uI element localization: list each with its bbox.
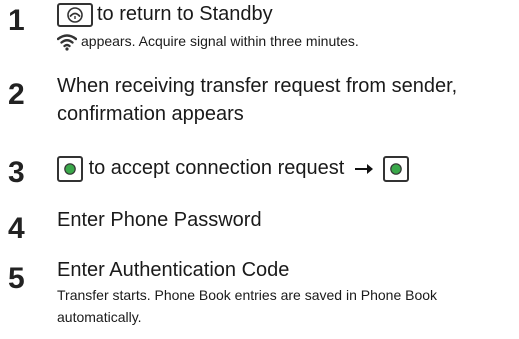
- step-number: 4: [8, 212, 25, 245]
- step-note: appears. Acquire signal within three min…: [57, 30, 359, 52]
- center-select-key-icon: [383, 155, 410, 182]
- step-number: 2: [8, 78, 25, 111]
- step-number: 3: [8, 156, 25, 189]
- step-text: Enter Phone Password: [57, 209, 262, 231]
- step-text: to return to Standby: [57, 0, 273, 28]
- end-call-key-icon: [57, 2, 93, 27]
- center-select-key-icon: [57, 155, 83, 182]
- step-note-line-1: Transfer starts. Phone Book entries are …: [57, 287, 438, 303]
- step-text-line-2: confirmation appears: [57, 103, 244, 125]
- instruction-steps: 1 to return to Standby appears. Acquire …: [0, 0, 519, 339]
- right-arrow-icon: [354, 163, 373, 174]
- step-text: Enter Authentication Code: [57, 259, 290, 281]
- signal-icon: [57, 34, 77, 51]
- step-number: 1: [8, 4, 25, 37]
- step-text-line-1: When receiving transfer request from sen…: [57, 75, 458, 97]
- step-number: 5: [8, 262, 25, 295]
- step-note-line-2: automatically.: [57, 309, 142, 325]
- step-text: to accept connection request: [57, 154, 410, 182]
